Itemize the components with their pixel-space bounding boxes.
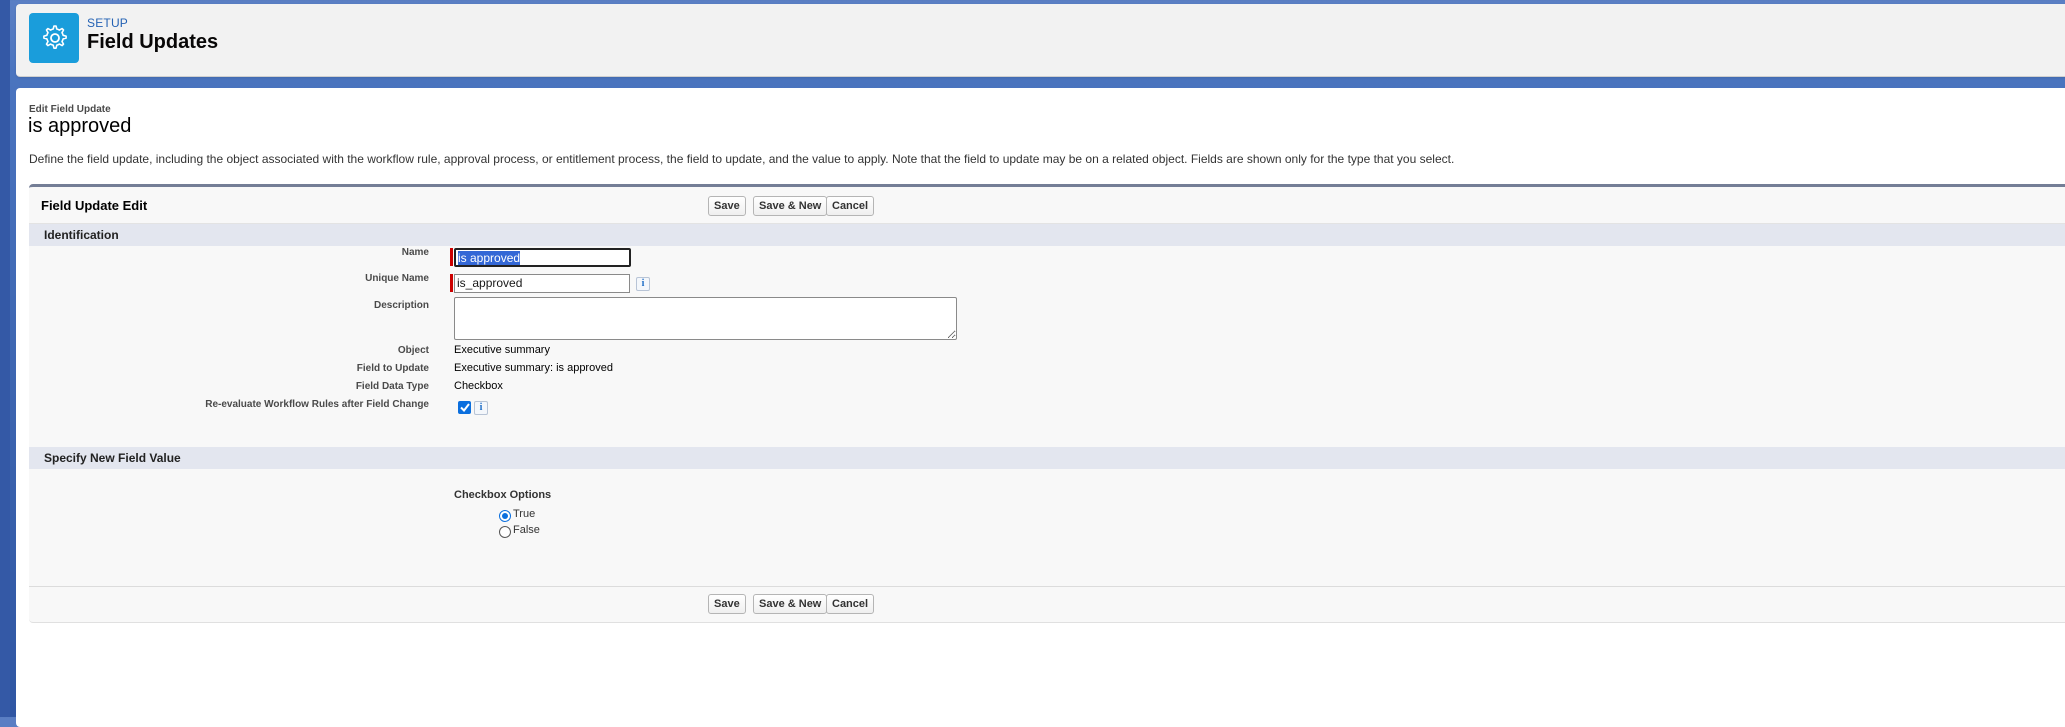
footer-save-button[interactable]: Save: [708, 594, 746, 614]
reevaluate-checkbox[interactable]: [458, 401, 471, 414]
main-content: Edit Field Update is approved Define the…: [16, 88, 2065, 727]
radio-true-label: True: [513, 508, 536, 520]
name-label: Name: [401, 247, 429, 258]
description-textarea[interactable]: [454, 297, 957, 340]
field-to-update-value: Executive summary: is approved: [454, 362, 613, 374]
record-title: is approved: [28, 115, 132, 137]
unique-name-input[interactable]: is_approved: [454, 274, 630, 293]
identification-section-header: Identification: [29, 224, 2065, 246]
gear-icon: [29, 13, 79, 63]
block-title: Field Update Edit: [41, 198, 148, 213]
unique-name-label: Unique Name: [365, 273, 429, 284]
field-data-type-value: Checkbox: [454, 380, 503, 392]
radio-true[interactable]: [499, 510, 511, 522]
reevaluate-label: Re-evaluate Workflow Rules after Field C…: [205, 399, 429, 410]
object-value: Executive summary: [454, 344, 550, 356]
section-title: Identification: [44, 228, 119, 242]
section-title: Specify New Field Value: [44, 451, 181, 465]
left-edge-strip: [0, 0, 10, 717]
checkbox-options-label: Checkbox Options: [454, 489, 552, 501]
footer-divider: [29, 586, 2065, 587]
required-indicator: [450, 248, 453, 266]
footer-cancel-button[interactable]: Cancel: [826, 594, 875, 614]
footer-save-and-new-button[interactable]: Save & New: [753, 594, 828, 614]
object-label: Object: [397, 345, 429, 356]
info-icon[interactable]: i: [636, 277, 650, 291]
info-icon[interactable]: i: [474, 401, 488, 415]
block-header: Field Update Edit Save Save & New Cancel: [29, 187, 2065, 225]
save-button[interactable]: Save: [708, 196, 746, 216]
field-to-update-label: Field to Update: [356, 363, 429, 374]
page-title: Field Updates: [87, 31, 219, 53]
page-header: SETUP Field Updates: [16, 4, 2065, 77]
edit-label: Edit Field Update: [29, 104, 111, 115]
field-update-edit-block: Field Update Edit Save Save & New Cancel…: [29, 184, 2065, 623]
description-label: Description: [373, 300, 429, 311]
name-input[interactable]: is approved: [454, 248, 631, 267]
field-data-type-label: Field Data Type: [355, 381, 429, 392]
cancel-button[interactable]: Cancel: [826, 196, 875, 216]
check-icon: [459, 403, 470, 412]
save-and-new-button[interactable]: Save & New: [753, 196, 828, 216]
setup-breadcrumb[interactable]: SETUP: [87, 16, 128, 30]
new-value-section-header: Specify New Field Value: [29, 447, 2065, 469]
radio-false-label: False: [513, 524, 540, 536]
radio-false[interactable]: [499, 526, 511, 538]
required-indicator: [450, 274, 453, 292]
intro-text: Define the field update, including the o…: [29, 152, 1455, 166]
